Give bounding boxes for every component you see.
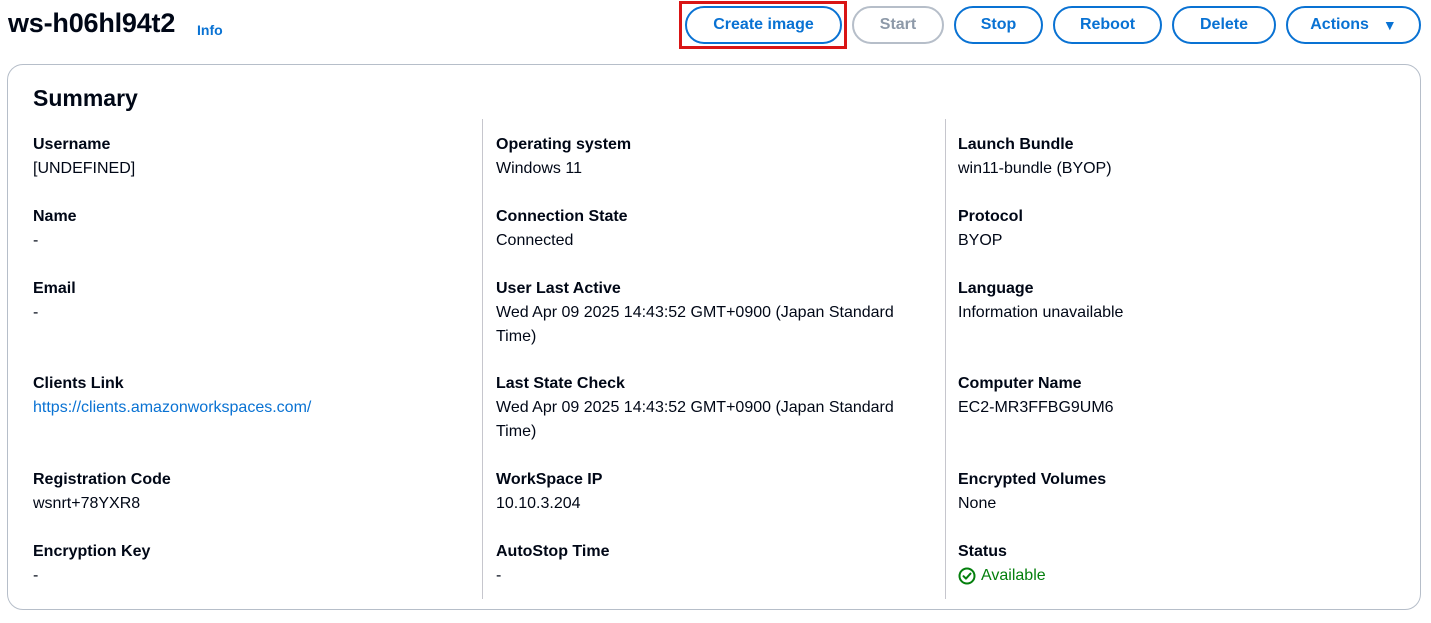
field-label: Connection State bbox=[496, 208, 628, 225]
field-value: [UNDEFINED] bbox=[33, 160, 136, 177]
field-label: Registration Code bbox=[33, 471, 171, 488]
field-label: Status bbox=[958, 543, 1007, 560]
field-autostop-time: AutoStop Time - bbox=[496, 540, 609, 588]
field-user-last-active: User Last Active Wed Apr 09 2025 14:43:5… bbox=[496, 277, 926, 349]
column-divider bbox=[482, 119, 483, 599]
start-button[interactable]: Start bbox=[852, 6, 944, 44]
field-label: WorkSpace IP bbox=[496, 471, 603, 488]
field-value: Windows 11 bbox=[496, 160, 582, 177]
field-encryption-key: Encryption Key - bbox=[33, 540, 150, 588]
status-text: Available bbox=[981, 567, 1046, 584]
field-registration-code: Registration Code wsnrt+78YXR8 bbox=[33, 468, 171, 516]
field-value: - bbox=[33, 567, 39, 584]
field-value: - bbox=[496, 567, 502, 584]
column-divider bbox=[945, 119, 946, 599]
field-label: AutoStop Time bbox=[496, 543, 610, 560]
field-name: Name - bbox=[33, 205, 77, 253]
field-label: Name bbox=[33, 208, 77, 225]
field-launch-bundle: Launch Bundle win11-bundle (BYOP) bbox=[958, 133, 1112, 181]
field-last-state-check: Last State Check Wed Apr 09 2025 14:43:5… bbox=[496, 372, 926, 444]
field-value: Wed Apr 09 2025 14:43:52 GMT+0900 (Japan… bbox=[496, 304, 894, 345]
field-label: Last State Check bbox=[496, 375, 625, 392]
summary-panel: Summary Username [UNDEFINED] Name - Emai… bbox=[7, 64, 1421, 610]
field-workspace-ip: WorkSpace IP 10.10.3.204 bbox=[496, 468, 602, 516]
field-computer-name: Computer Name EC2-MR3FFBG9UM6 bbox=[958, 372, 1114, 420]
field-label: Operating system bbox=[496, 136, 632, 153]
field-status: Status Available bbox=[958, 540, 1046, 588]
actions-dropdown-button[interactable]: Actions ▼ bbox=[1286, 6, 1421, 44]
check-circle-icon bbox=[958, 567, 976, 585]
field-value: BYOP bbox=[958, 232, 1003, 249]
field-value: 10.10.3.204 bbox=[496, 495, 581, 512]
clients-link[interactable]: https://clients.amazonworkspaces.com/ bbox=[33, 396, 311, 420]
field-value: None bbox=[958, 495, 997, 512]
field-value: Connected bbox=[496, 232, 574, 249]
status-indicator: Available bbox=[958, 564, 1046, 588]
field-label: Encrypted Volumes bbox=[958, 471, 1107, 488]
field-username: Username [UNDEFINED] bbox=[33, 133, 135, 181]
field-email: Email - bbox=[33, 277, 76, 325]
caret-down-icon: ▼ bbox=[1382, 17, 1397, 33]
stop-button[interactable]: Stop bbox=[954, 6, 1043, 44]
field-connection-state: Connection State Connected bbox=[496, 205, 628, 253]
field-value: win11-bundle (BYOP) bbox=[958, 160, 1112, 177]
field-label: Computer Name bbox=[958, 375, 1082, 392]
field-encrypted-volumes: Encrypted Volumes None bbox=[958, 468, 1106, 516]
field-label: Launch Bundle bbox=[958, 136, 1074, 153]
create-image-button[interactable]: Create image bbox=[685, 6, 842, 44]
field-value: - bbox=[33, 232, 39, 249]
field-label: Email bbox=[33, 280, 76, 297]
field-value: EC2-MR3FFBG9UM6 bbox=[958, 399, 1114, 416]
field-value: Wed Apr 09 2025 14:43:52 GMT+0900 (Japan… bbox=[496, 399, 894, 440]
field-label: Encryption Key bbox=[33, 543, 151, 560]
field-value: wsnrt+78YXR8 bbox=[33, 495, 141, 512]
field-operating-system: Operating system Windows 11 bbox=[496, 133, 631, 181]
field-value: Information unavailable bbox=[958, 304, 1124, 321]
field-label: Language bbox=[958, 280, 1034, 297]
reboot-button[interactable]: Reboot bbox=[1053, 6, 1162, 44]
field-language: Language Information unavailable bbox=[958, 277, 1123, 325]
field-protocol: Protocol BYOP bbox=[958, 205, 1023, 253]
page-header: ws-h06hl94t2 Info Create image Start Sto… bbox=[0, 0, 1431, 52]
field-clients-link: Clients Link https://clients.amazonworks… bbox=[33, 372, 311, 420]
field-label: User Last Active bbox=[496, 280, 621, 297]
actions-label: Actions bbox=[1310, 16, 1369, 33]
field-value: - bbox=[33, 304, 39, 321]
field-label: Protocol bbox=[958, 208, 1023, 225]
summary-heading: Summary bbox=[33, 85, 138, 111]
delete-button[interactable]: Delete bbox=[1172, 6, 1276, 44]
field-label: Clients Link bbox=[33, 375, 124, 392]
workspace-id-title: ws-h06hl94t2 bbox=[8, 8, 176, 38]
field-label: Username bbox=[33, 136, 111, 153]
info-link[interactable]: Info bbox=[197, 22, 223, 38]
